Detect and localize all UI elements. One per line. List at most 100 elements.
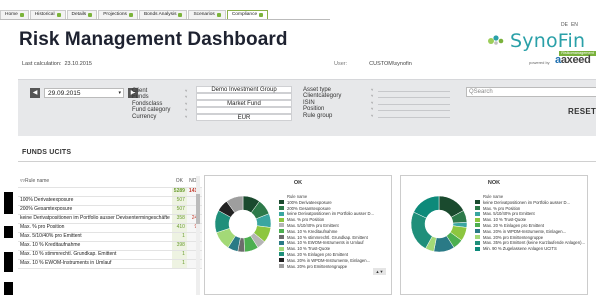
legend-label: 200% Gesamtexposure — [287, 205, 331, 211]
scrollbar-thumb[interactable] — [196, 194, 200, 224]
tab-status-icon — [178, 13, 183, 17]
legend-label: keine Derivatpositionen im Portfolio aus… — [287, 211, 375, 217]
table-row[interactable]: Max. 10 % stimmrechtl. Grundkap. Emitten… — [18, 250, 203, 260]
nok-chart-panel: NOK Rule name keine Derivatpositionen im… — [400, 175, 588, 295]
legend-swatch — [475, 246, 480, 251]
swirl-logo-icon — [488, 35, 504, 45]
legend-swatch — [279, 246, 284, 251]
table-row[interactable]: Max. 10 % Kreditaufnahme3980 — [18, 241, 203, 251]
page-title: Risk Management Dashboard — [19, 29, 288, 50]
last-calculation-value: 23.10.2015 — [64, 61, 92, 67]
tab-bonds-analysis[interactable]: Bonds Analysis — [138, 10, 188, 19]
rule-name-cell: Max. % pro Position — [18, 223, 172, 233]
table-scrollbar[interactable] — [196, 176, 200, 295]
ok-count-cell: 410 — [171, 223, 187, 233]
tab-label: Home — [5, 12, 18, 17]
client-select[interactable]: Demo Investment Group — [196, 86, 292, 93]
legend-scroll-chevrons-icon[interactable]: ▲▼ — [373, 268, 386, 275]
legend-swatch — [279, 206, 284, 211]
column-header-rule-name[interactable]: ▿▿Rule name — [18, 176, 172, 188]
reset-button[interactable]: RESET — [568, 107, 596, 116]
ok-count-cell: 1 — [171, 259, 187, 269]
tab-status-icon — [128, 13, 133, 17]
legend-label: Max. 10 % Trust-Quote — [483, 217, 527, 223]
legend-swatch — [475, 211, 480, 216]
ok-chart-title: OK — [293, 180, 303, 186]
legend-swatch — [279, 240, 284, 245]
filter-label-currency: Currency — [132, 113, 157, 120]
axeed-logo: aaxeed — [555, 54, 591, 66]
tab-details[interactable]: Details — [66, 10, 98, 19]
ok-count-cell: 507 — [171, 196, 187, 206]
user-info: User: CUSTOM\synofin — [334, 61, 412, 67]
table-row[interactable]: Max. 10 % EWOM-Instruments in Umlauf10 — [18, 259, 203, 269]
legend-label: Max. 10 % Trust-Quote — [287, 246, 331, 252]
legend-label: Max. % pro Position — [287, 217, 325, 223]
legend-swatch — [475, 206, 480, 211]
tab-compliance[interactable]: Compliance — [226, 10, 269, 19]
filter-labels-left: Client Funds Fondsclass Fund category Cu… — [132, 88, 188, 120]
rule-name-cell: 100% Derivateexposure — [18, 196, 172, 206]
rule-name-header-label: Rule name — [25, 177, 50, 184]
fondsclass-select[interactable]: Market Fund — [196, 100, 292, 107]
asset-type-select[interactable] — [378, 91, 450, 92]
column-header-ok[interactable]: OK — [171, 176, 187, 188]
ok-count-cell: 507 — [171, 205, 187, 215]
ok-count-cell: 398 — [171, 241, 187, 251]
rule-name-cell: Max. 10 % EWOM-Instruments in Umlauf — [18, 259, 172, 269]
legend-label: Max. 20 % Einlagen pro Emittent — [287, 251, 348, 257]
isin-select[interactable] — [378, 104, 450, 105]
rule-name-cell: 200% Gesamtexposure — [18, 205, 172, 215]
table-row[interactable]: 200% Gesamtexposure5070 — [18, 205, 203, 215]
section-divider — [18, 161, 596, 162]
currency-select[interactable]: EUR — [196, 114, 292, 121]
filter-dropdown-markers: ˅ ˅ ˅ ˅ ˅ — [185, 88, 188, 119]
date-input[interactable]: 29.09.2015 ▾ — [44, 87, 124, 98]
nok-donut-chart — [410, 195, 468, 253]
tab-status-icon — [19, 13, 24, 17]
left-edge-decoration — [0, 178, 18, 295]
rule-group-select[interactable] — [378, 117, 450, 118]
tab-bar: Home Historical Details Projections Bonds An… — [0, 10, 330, 20]
section-title: FUNDS UCITS — [22, 149, 72, 156]
funds-select[interactable] — [196, 93, 292, 100]
rule-name-cell: keine Derivatpositionen im Portfolio aus… — [18, 214, 172, 224]
table-row[interactable]: Max. % pro Position41097 — [18, 223, 203, 233]
legend-swatch — [279, 235, 284, 240]
legend-label: Max. 10 % stimmrechtl. Grundkap. Emitten… — [287, 234, 368, 240]
prev-date-button[interactable]: ◀ — [30, 87, 40, 98]
tab-label: Historical — [34, 12, 55, 17]
table-row[interactable]: 100% Derivateexposure5070 — [18, 196, 203, 206]
tab-status-icon — [216, 13, 221, 17]
tab-home[interactable]: Home — [0, 10, 29, 19]
legend-swatch — [279, 200, 284, 205]
rule-name-cell: Max. 5/10/40% pro Emittent — [18, 232, 172, 242]
legend-label: Max. 5/10/40% pro Emittent — [287, 222, 339, 228]
clientcategory-select[interactable] — [378, 97, 450, 98]
date-value: 29.09.2015 — [48, 89, 81, 97]
fund-category-select[interactable] — [196, 107, 292, 114]
tab-scenarios[interactable]: Scenarios — [188, 10, 226, 19]
table-row[interactable]: keine Derivatpositionen im Portfolio aus… — [18, 214, 203, 224]
table-total-row: 5289 1412 — [18, 187, 203, 197]
rules-table: ▿▿Rule name OK NOK 5289 1412 100% Deriva… — [18, 176, 203, 269]
filter-dropdown-markers-right: ˅ ˅ ˅ ˅ ˅ — [371, 87, 374, 118]
calendar-dropdown-icon: ▾ — [118, 89, 121, 96]
tab-historical[interactable]: Historical — [29, 10, 66, 19]
rule-name-cell: Max. 10 % stimmrechtl. Grundkap. Emitten… — [18, 250, 172, 260]
ok-donut-chart — [214, 195, 272, 253]
search-input[interactable]: QSearch ▾ — [466, 87, 596, 97]
nok-chart-title: NOK — [487, 180, 501, 186]
tab-label: Projections — [103, 12, 127, 17]
date-picker: ◀ 29.09.2015 ▾ ▶ — [30, 86, 140, 99]
position-select[interactable] — [378, 110, 450, 111]
last-calculation: Last calculation: 23.10.2015 — [22, 61, 92, 67]
legend-swatch — [279, 211, 284, 216]
legend-swatch — [475, 235, 480, 240]
legend-swatch — [279, 217, 284, 222]
legend-label: Max. 10 % Kreditaufnahme — [287, 228, 338, 234]
ok-chart-legend: Rule name 100% Derivateexposure 200% Gesa… — [279, 194, 391, 269]
tab-projections[interactable]: Projections — [98, 10, 138, 19]
legend-item[interactable]: Min. 90 % Zugelassene Anlagen UCITS — [475, 246, 587, 252]
table-row[interactable]: Max. 5/10/40% pro Emittent18 — [18, 232, 203, 242]
